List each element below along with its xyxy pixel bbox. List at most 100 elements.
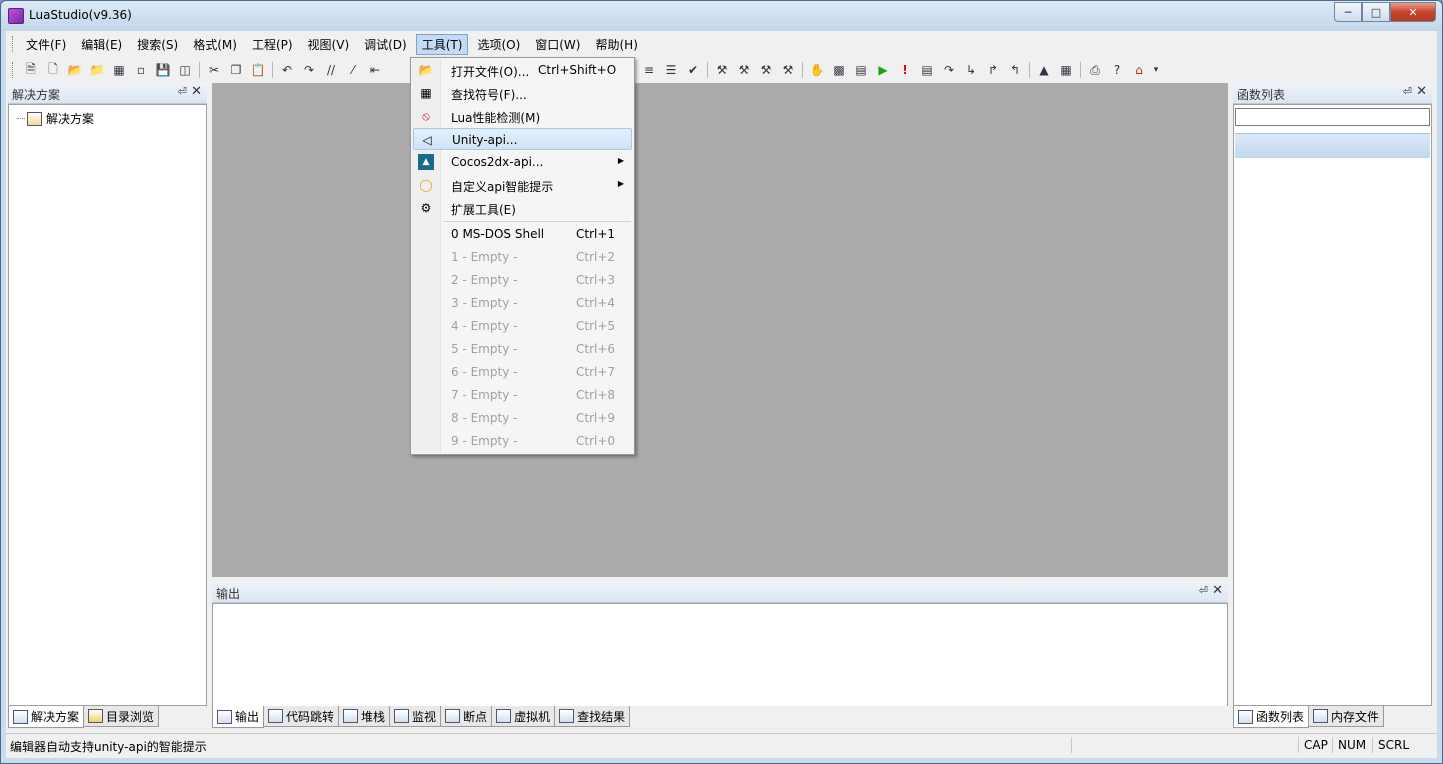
compile-icon[interactable]: ⚒ (757, 61, 775, 79)
menu-format[interactable]: 格式(M) (187, 34, 243, 55)
step-out-icon[interactable]: ↱ (984, 61, 1002, 79)
close-icon[interactable]: ✕ (1212, 583, 1223, 598)
menu-view[interactable]: 视图(V) (302, 34, 356, 55)
tab-function-list[interactable]: 函数列表 (1233, 706, 1310, 728)
comment-icon[interactable]: // (322, 61, 340, 79)
paste-icon[interactable]: 📋 (249, 61, 267, 79)
list-icon[interactable]: ▤ (852, 61, 870, 79)
solution-tabs: 解决方案 目录浏览 (8, 706, 207, 728)
check-icon[interactable]: ✔ (684, 61, 702, 79)
build-icon[interactable]: ⚒ (713, 61, 731, 79)
image-icon[interactable]: ▦ (110, 61, 128, 79)
cut-icon[interactable]: ✂ (205, 61, 223, 79)
tab-solution[interactable]: 解决方案 (8, 706, 85, 728)
menu-separator (443, 221, 631, 222)
clean-icon[interactable]: ⚒ (779, 61, 797, 79)
home-icon[interactable]: ⌂ (1130, 61, 1148, 79)
function-search-input[interactable] (1235, 108, 1430, 126)
menu-item-shell-5: 5 - Empty - Ctrl+6 (451, 342, 616, 356)
open-file-icon[interactable]: 📂 (66, 61, 84, 79)
toolbar-grip[interactable] (12, 62, 16, 78)
menu-project[interactable]: 工程(P) (246, 34, 299, 55)
step-over-icon[interactable]: ↷ (940, 61, 958, 79)
step-into-icon[interactable]: ↳ (962, 61, 980, 79)
tab-vm[interactable]: 虚拟机 (491, 706, 556, 727)
tab-breakpoints[interactable]: 断点 (440, 706, 493, 727)
tab-directory[interactable]: 目录浏览 (83, 706, 160, 727)
menu-tools[interactable]: 工具(T) (415, 33, 469, 55)
rebuild-icon[interactable]: ⚒ (735, 61, 753, 79)
menu-item-open-file[interactable]: 📂 打开文件(O)... Ctrl+Shift+O (413, 59, 632, 81)
status-pane-empty (1071, 737, 1302, 753)
menu-window[interactable]: 窗口(W) (529, 34, 586, 55)
print-icon[interactable]: ⎙ (1086, 61, 1104, 79)
undo-icon[interactable]: ↶ (278, 61, 296, 79)
new-project-icon[interactable]: 🗋 (44, 61, 62, 79)
close-icon[interactable]: ✕ (191, 84, 202, 99)
copy-icon[interactable]: ❐ (227, 61, 245, 79)
menu-item-custom-api-hint[interactable]: ◯ 自定义api智能提示 ▶ (413, 174, 632, 196)
close-icon[interactable]: ✕ (1416, 84, 1427, 99)
toolbar-overflow-icon[interactable]: ▾ (1152, 61, 1160, 79)
open-project-icon[interactable]: 📁 (88, 61, 106, 79)
folder-search-icon (88, 709, 104, 723)
menubar-grip[interactable] (12, 36, 16, 52)
hand-icon[interactable]: ✋ (808, 61, 826, 79)
maximize-button[interactable]: □ (1362, 2, 1390, 22)
menu-item-shell-0[interactable]: 0 MS-DOS Shell Ctrl+1 (413, 223, 632, 245)
client-area: 文件(F) 编辑(E) 搜索(S) 格式(M) 工程(P) 视图(V) 调试(D… (6, 31, 1437, 758)
tab-watch[interactable]: 监视 (389, 706, 442, 727)
title-bar[interactable]: LuaStudio(v9.36) ─ □ ✕ (1, 1, 1442, 31)
report-icon[interactable]: ▦ (1057, 61, 1075, 79)
menu-file[interactable]: 文件(F) (20, 34, 72, 55)
help-icon[interactable]: ? (1108, 61, 1126, 79)
vm-icon (496, 709, 512, 723)
menu-item-unity-api[interactable]: ◁ Unity-api... (413, 128, 632, 150)
tab-find-results[interactable]: 查找结果 (554, 706, 631, 727)
watch-icon (394, 709, 410, 723)
menu-item-lua-profiler[interactable]: ⦸ Lua性能检测(M) (413, 105, 632, 127)
pin-icon[interactable]: ⏎ (1199, 584, 1208, 597)
cocos-icon: ▲ (418, 154, 434, 170)
format-icon[interactable]: ≡ (640, 61, 658, 79)
output-pane-title: 输出 (216, 587, 241, 601)
step-list-icon[interactable]: ▤ (918, 61, 936, 79)
chart-icon[interactable]: ▲ (1035, 61, 1053, 79)
tab-code-jump[interactable]: 代码跳转 (263, 706, 340, 727)
run-icon[interactable]: ▶ (874, 61, 892, 79)
menu-item-find-symbol[interactable]: ▦ 查找符号(F)... (413, 82, 632, 104)
save-all-icon[interactable]: ◫ (176, 61, 194, 79)
status-cap: CAP (1298, 737, 1333, 753)
menu-item-cocos2dx-api[interactable]: ▲ Cocos2dx-api... ▶ (413, 151, 632, 173)
editor-area[interactable] (212, 83, 1228, 577)
outline-icon[interactable]: ☰ (662, 61, 680, 79)
tree-icon[interactable]: ▫ (132, 61, 150, 79)
uncomment-icon[interactable]: ⁄ (344, 61, 362, 79)
stop-icon[interactable]: ! (896, 61, 914, 79)
new-file-icon[interactable]: 🗎 (22, 61, 40, 79)
indent-icon[interactable]: ⇤ (366, 61, 384, 79)
menu-item-extension-tools[interactable]: ⚙ 扩展工具(E) (413, 197, 632, 219)
tab-stack[interactable]: 堆栈 (338, 706, 391, 727)
menu-item-shell-3: 3 - Empty - Ctrl+4 (451, 296, 616, 310)
menu-options[interactable]: 选项(O) (471, 34, 526, 55)
save-icon[interactable]: 💾 (154, 61, 172, 79)
tab-output[interactable]: 输出 (212, 706, 265, 728)
pin-icon[interactable]: ⏎ (1403, 85, 1412, 98)
menu-search[interactable]: 搜索(S) (131, 34, 184, 55)
minimize-button[interactable]: ─ (1334, 2, 1362, 22)
tree-item-solution[interactable]: 解决方案 (17, 110, 94, 127)
tab-memory-files[interactable]: 内存文件 (1308, 706, 1385, 727)
pin-icon[interactable]: ⏎ (178, 85, 187, 98)
output-text-area[interactable] (212, 603, 1228, 707)
menu-debug[interactable]: 调试(D) (358, 34, 413, 55)
menu-bar: 文件(F) 编辑(E) 搜索(S) 格式(M) 工程(P) 视图(V) 调试(D… (6, 33, 1437, 55)
menu-edit[interactable]: 编辑(E) (75, 34, 128, 55)
menu-help[interactable]: 帮助(H) (589, 34, 643, 55)
close-button[interactable]: ✕ (1390, 2, 1436, 22)
function-pane-header: 函数列表 ⏎ ✕ (1233, 83, 1432, 104)
function-list-selected-row[interactable] (1235, 133, 1430, 158)
step-back-icon[interactable]: ↰ (1006, 61, 1024, 79)
calendar-icon[interactable]: ▩ (830, 61, 848, 79)
redo-icon[interactable]: ↷ (300, 61, 318, 79)
